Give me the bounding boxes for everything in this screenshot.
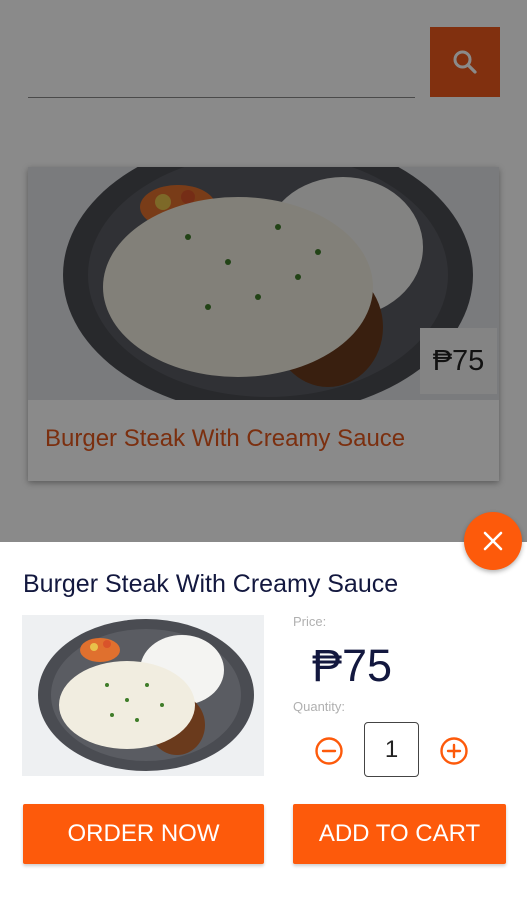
decrease-quantity-button[interactable] bbox=[313, 735, 345, 767]
quantity-field[interactable]: 1 bbox=[364, 722, 419, 777]
order-now-button[interactable]: ORDER NOW bbox=[23, 804, 264, 864]
price-value: ₱75 bbox=[312, 640, 393, 691]
increase-quantity-button[interactable] bbox=[438, 735, 470, 767]
product-sheet: Burger Steak With Creamy Sauce Price: ₱7… bbox=[0, 542, 527, 900]
product-title: Burger Steak With Creamy Sauce bbox=[23, 570, 399, 598]
close-button[interactable] bbox=[464, 512, 522, 570]
product-image bbox=[22, 615, 264, 776]
quantity-label: Quantity: bbox=[293, 699, 346, 714]
close-icon bbox=[483, 531, 503, 551]
price-label: Price: bbox=[293, 614, 327, 629]
plus-circle-icon bbox=[440, 737, 468, 765]
minus-circle-icon bbox=[315, 737, 343, 765]
add-to-cart-button[interactable]: ADD TO CART bbox=[293, 804, 506, 864]
